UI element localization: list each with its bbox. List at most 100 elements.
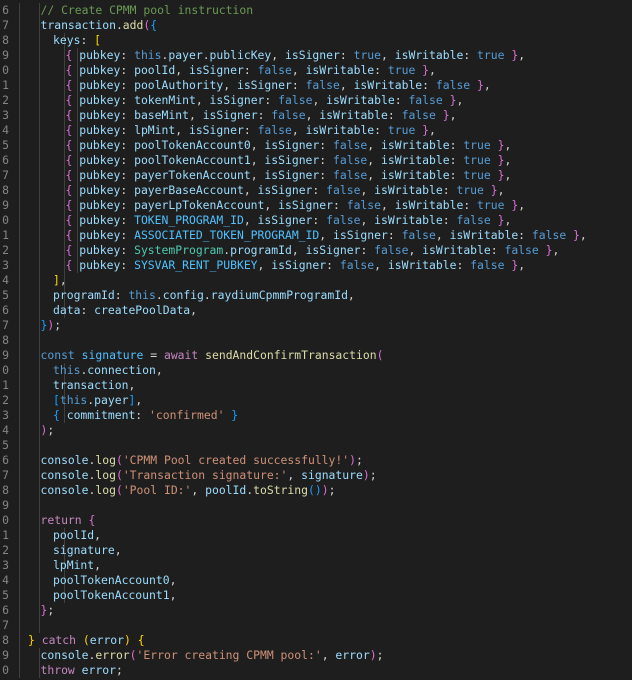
code-token: ; — [355, 453, 363, 467]
code-line[interactable]: 0 throw error; — [0, 663, 632, 678]
code-token: ) — [369, 648, 377, 662]
code-line[interactable]: 3 { pubkey: SYSVAR_RENT_PUBKEY, isSigner:… — [0, 258, 632, 273]
code-text: }); — [41, 318, 62, 333]
code-text: lpMint, — [53, 558, 101, 573]
line-number: 0 — [2, 63, 9, 77]
code-line[interactable]: 8 — [0, 333, 632, 348]
indent-guide — [39, 273, 40, 288]
code-line[interactable]: 0 { pubkey: poolId, isSigner: false, isWr… — [0, 63, 632, 78]
indent-guide — [19, 393, 20, 408]
code-line[interactable]: 9 — [0, 498, 632, 513]
indent-guide — [39, 618, 40, 633]
code-line[interactable]: 9 console.error('Error creating CPMM pool… — [0, 648, 632, 663]
code-line[interactable]: 6 // Create CPMM pool instruction — [0, 3, 632, 18]
code-line[interactable]: 1 transaction, — [0, 378, 632, 393]
code-line[interactable]: 7 console.log('Transaction signature:', s… — [0, 468, 632, 483]
code-line[interactable]: 1 poolId, — [0, 528, 632, 543]
indent-guide — [39, 213, 40, 228]
code-token: . — [202, 48, 210, 62]
code-text: { pubkey: payerLpTokenAccount, isSigner:… — [66, 198, 526, 213]
code-token: publicKey — [209, 48, 272, 62]
code-text: { pubkey: poolTokenAccount0, isSigner: f… — [66, 138, 512, 153]
code-token: , — [339, 78, 354, 92]
code-line[interactable]: 6 { pubkey: poolTokenAccount1, isSigner: … — [0, 153, 632, 168]
code-token: ) — [124, 633, 131, 647]
code-token: , — [367, 153, 382, 167]
code-text: { pubkey: SystemProgram.programId, isSig… — [66, 243, 560, 258]
code-line[interactable]: 0 return { — [0, 513, 632, 528]
code-token: throw — [40, 663, 75, 677]
code-editor[interactable]: 6 // Create CPMM pool instruction 7 transac… — [0, 0, 632, 680]
code-line[interactable]: 7}); — [0, 318, 632, 333]
code-token: } — [538, 243, 553, 257]
indent-guide — [19, 603, 20, 618]
code-line[interactable]: 4 poolTokenAccount0, — [0, 573, 632, 588]
code-line[interactable]: 9 { pubkey: payerLpTokenAccount, isSigner… — [0, 198, 632, 213]
code-line[interactable]: 5 — [0, 438, 632, 453]
indent-guide — [39, 378, 40, 393]
code-token: 'Error creating CPMM pool:' — [136, 648, 322, 662]
code-token: false — [326, 183, 361, 197]
code-line[interactable]: 7 transaction.add({ — [0, 18, 632, 33]
code-line[interactable]: 8 keys: [ — [0, 33, 632, 48]
code-token: poolId — [134, 63, 176, 77]
code-line[interactable]: 8} catch (error) { — [0, 633, 632, 648]
code-token: , — [518, 258, 526, 272]
code-token: : — [312, 213, 327, 227]
code-line[interactable]: 2 [this.payer], — [0, 393, 632, 408]
code-line[interactable]: 9 { pubkey: this.payer.publicKey, isSigne… — [0, 48, 632, 63]
code-text: } catch (error) { — [28, 633, 145, 648]
indent-guide — [39, 198, 40, 213]
code-text: return { — [41, 513, 96, 528]
code-line[interactable]: 2 { pubkey: tokenMint, isSigner: false, i… — [0, 93, 632, 108]
code-line[interactable]: 8 console.log('Pool ID:', poolId.toString… — [0, 483, 632, 498]
code-line[interactable]: 0 { pubkey: TOKEN_PROGRAM_ID, isSigner: f… — [0, 213, 632, 228]
code-token: ( — [129, 648, 137, 662]
code-line[interactable]: 2 { pubkey: SystemProgram.programId, isSi… — [0, 243, 632, 258]
code-line[interactable]: 5 poolTokenAccount1, — [0, 588, 632, 603]
indent-guide — [39, 33, 40, 48]
code-line[interactable]: 1 { pubkey: poolAuthority, isSigner: fals… — [0, 78, 632, 93]
code-token: ; — [47, 603, 55, 617]
code-line[interactable]: 2 signature, — [0, 543, 632, 558]
code-token: signature — [53, 543, 115, 557]
code-line[interactable]: 6 data: createPoolData, — [0, 303, 632, 318]
code-line[interactable]: 5 { pubkey: poolTokenAccount0, isSigner: … — [0, 138, 632, 153]
code-token: : — [333, 198, 347, 212]
code-token: } — [442, 93, 457, 107]
code-token: { — [65, 198, 80, 212]
indent-guide — [19, 303, 20, 318]
code-token: , — [360, 213, 375, 227]
code-line[interactable]: 9 const signature = await sendAndConfirmT… — [0, 348, 632, 363]
code-line[interactable]: 4], — [0, 273, 632, 288]
code-line[interactable]: 5 programId: this.config.raydiumCpmmProgr… — [0, 288, 632, 303]
code-token: isSigner — [264, 153, 320, 167]
code-token: isSigner — [264, 168, 320, 182]
code-token: ) — [362, 468, 370, 482]
code-token: isSigner — [209, 93, 265, 107]
code-line[interactable]: 8 { pubkey: payerBaseAccount, isSigner: f… — [0, 183, 632, 198]
code-line[interactable]: 6 console.log('CPMM Pool created successf… — [0, 453, 632, 468]
line-number: 8 — [2, 33, 9, 47]
code-line[interactable]: 3 { commitment: 'confirmed' } — [0, 408, 632, 423]
code-line[interactable]: 4); — [0, 423, 632, 438]
code-line[interactable]: 7 { pubkey: payerTokenAccount, isSigner: … — [0, 168, 632, 183]
code-line[interactable]: 4 { pubkey: lpMint, isSigner: false, isWr… — [0, 123, 632, 138]
code-line[interactable]: 6}; — [0, 603, 632, 618]
indent-guide — [19, 123, 20, 138]
code-line[interactable]: 1 { pubkey: ASSOCIATED_TOKEN_PROGRAM_ID, … — [0, 228, 632, 243]
line-number: 7 — [2, 18, 9, 32]
code-token: , — [291, 63, 306, 77]
code-line[interactable]: 7 — [0, 618, 632, 633]
code-line[interactable]: 0 this.connection, — [0, 363, 632, 378]
code-line[interactable]: 3 { pubkey: baseMint, isSigner: false, is… — [0, 108, 632, 123]
code-token: { — [65, 48, 80, 62]
code-token: , — [59, 273, 67, 287]
code-token: : — [120, 63, 135, 77]
line-number: 7 — [2, 618, 9, 632]
code-line[interactable]: 3 lpMint, — [0, 558, 632, 573]
code-token: isWritable — [381, 168, 450, 182]
code-token: , — [319, 228, 333, 242]
code-token: payer — [168, 48, 203, 62]
